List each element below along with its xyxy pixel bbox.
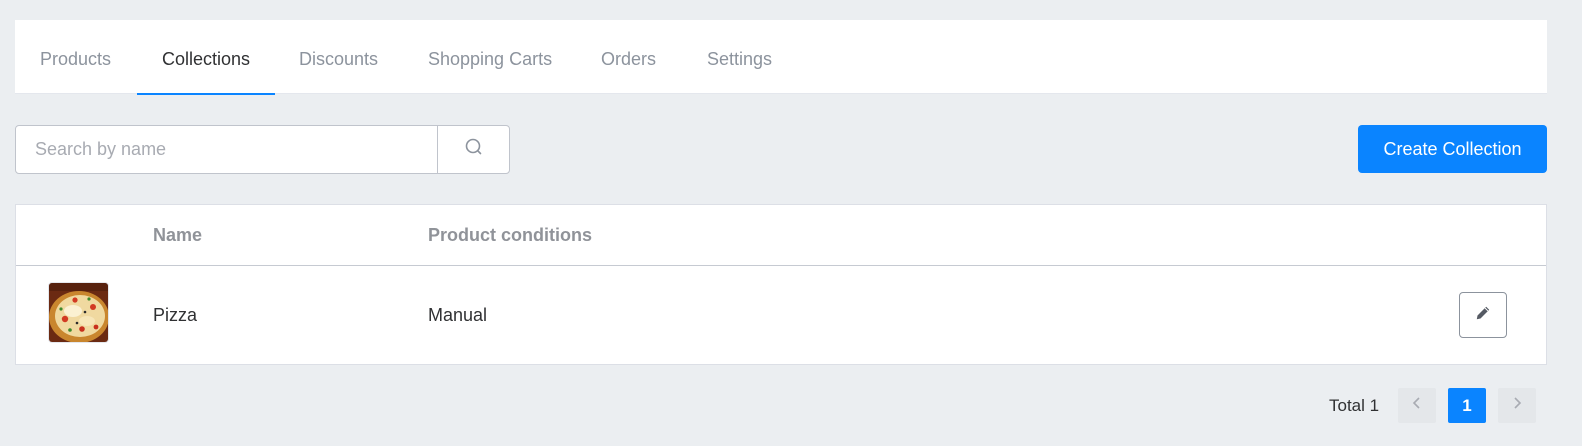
chevron-left-icon	[1411, 396, 1423, 415]
table-header: Name Product conditions	[16, 205, 1546, 266]
tab-orders[interactable]: Orders	[601, 20, 656, 94]
collection-conditions: Manual	[428, 305, 488, 325]
search-bar	[15, 125, 510, 174]
tab-discounts[interactable]: Discounts	[299, 20, 378, 94]
search-input[interactable]	[16, 126, 437, 173]
create-collection-button[interactable]: Create Collection	[1358, 125, 1547, 173]
prev-page-button[interactable]	[1398, 388, 1436, 423]
table-row: Pizza Manual	[16, 266, 1546, 365]
tab-bar: Products Collections Discounts Shopping …	[15, 20, 1547, 95]
pagination-total: Total 1	[1329, 396, 1380, 415]
next-page-button[interactable]	[1498, 388, 1536, 423]
tab-settings[interactable]: Settings	[707, 20, 772, 94]
tab-collections[interactable]: Collections	[136, 20, 276, 95]
pizza-image	[48, 282, 109, 343]
tab-products[interactable]: Products	[40, 20, 111, 94]
column-header-name: Name	[153, 225, 203, 245]
pencil-icon	[1475, 305, 1491, 326]
collection-name: Pizza	[153, 305, 198, 325]
collections-table: Name Product conditions Pizza Manual	[15, 204, 1547, 365]
tab-shopping-carts[interactable]: Shopping Carts	[428, 20, 552, 94]
search-button[interactable]	[437, 126, 509, 173]
edit-button[interactable]	[1459, 292, 1507, 338]
column-header-product-conditions: Product conditions	[428, 225, 592, 245]
search-icon	[464, 137, 484, 162]
page-1-button[interactable]: 1	[1448, 388, 1486, 423]
chevron-right-icon	[1511, 396, 1523, 415]
